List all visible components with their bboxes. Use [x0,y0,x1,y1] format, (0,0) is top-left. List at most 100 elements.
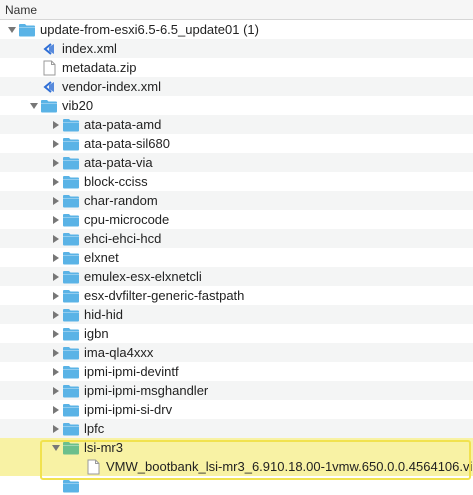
disclosure-collapsed-icon[interactable] [50,347,62,359]
folder-icon [62,440,80,456]
disclosure-collapsed-icon[interactable] [50,233,62,245]
tree-row[interactable]: lsi-mr3 [0,438,473,457]
tree-row[interactable]: metadata.zip [0,58,473,77]
tree-row[interactable]: cpu-microcode [0,210,473,229]
tree-row-label: ehci-ehci-hcd [84,231,162,246]
disclosure-collapsed-icon[interactable] [50,290,62,302]
tree-row[interactable] [0,476,473,495]
tree-row[interactable]: lpfc [0,419,473,438]
tree-row-label: metadata.zip [62,60,137,75]
tree-row[interactable]: vendor-index.xml [0,77,473,96]
tree-row-label: ipmi-ipmi-si-drv [84,402,173,417]
folder-icon [62,402,80,418]
tree-row-label: ima-qla4xxx [84,345,154,360]
tree-row-label: ipmi-ipmi-msghandler [84,383,209,398]
tree-row-label: elxnet [84,250,119,265]
folder-icon [62,421,80,437]
tree-row[interactable]: igbn [0,324,473,343]
tree-row[interactable]: ipmi-ipmi-msghandler [0,381,473,400]
tree-row-label: ata-pata-via [84,155,153,170]
folder-icon [62,326,80,342]
tree-row[interactable]: VMW_bootbank_lsi-mr3_6.910.18.00-1vmw.65… [0,457,473,476]
disclosure-expanded-icon[interactable] [50,442,62,454]
folder-icon [62,155,80,171]
disclosure-expanded-icon[interactable] [28,100,40,112]
folder-icon [62,478,80,494]
column-header-label: Name [5,2,38,17]
xml-file-icon [40,41,58,57]
xml-file-icon [40,79,58,95]
folder-icon [62,269,80,285]
tree-row[interactable]: emulex-esx-elxnetcli [0,267,473,286]
disclosure-collapsed-icon[interactable] [50,252,62,264]
document-icon [84,459,102,475]
tree-row-label: VMW_bootbank_lsi-mr3_6.910.18.00-1vmw.65… [106,459,473,474]
folder-icon [62,345,80,361]
tree-row[interactable]: vib20 [0,96,473,115]
tree-row-label: vib20 [62,98,94,113]
folder-icon [62,307,80,323]
disclosure-collapsed-icon[interactable] [50,309,62,321]
tree-row[interactable]: ipmi-ipmi-si-drv [0,400,473,419]
folder-icon [18,22,36,38]
disclosure-collapsed-icon[interactable] [50,366,62,378]
tree-row-label: cpu-microcode [84,212,170,227]
tree-row-label: block-cciss [84,174,148,189]
tree-row-label: hid-hid [84,307,124,322]
folder-icon [62,364,80,380]
disclosure-collapsed-icon[interactable] [50,404,62,416]
disclosure-collapsed-icon[interactable] [50,328,62,340]
column-header-name[interactable]: Name [0,0,473,20]
folder-icon [62,288,80,304]
tree-row[interactable]: ehci-ehci-hcd [0,229,473,248]
tree-row-label: update-from-esxi6.5-6.5_update01 (1) [40,22,259,37]
tree-row[interactable]: ima-qla4xxx [0,343,473,362]
tree-row-label: lsi-mr3 [84,440,123,455]
folder-icon [62,193,80,209]
disclosure-collapsed-icon[interactable] [50,271,62,283]
tree-row[interactable]: ata-pata-sil680 [0,134,473,153]
disclosure-collapsed-icon[interactable] [50,138,62,150]
disclosure-collapsed-icon[interactable] [50,195,62,207]
disclosure-collapsed-icon[interactable] [50,214,62,226]
disclosure-collapsed-icon[interactable] [50,385,62,397]
tree-row-label: igbn [84,326,109,341]
tree-row[interactable]: ipmi-ipmi-devintf [0,362,473,381]
disclosure-collapsed-icon[interactable] [50,176,62,188]
disclosure-collapsed-icon[interactable] [50,423,62,435]
tree-row[interactable]: elxnet [0,248,473,267]
tree-row-label: ata-pata-sil680 [84,136,170,151]
folder-icon [62,231,80,247]
disclosure-expanded-icon[interactable] [6,24,18,36]
tree-row[interactable]: esx-dvfilter-generic-fastpath [0,286,473,305]
tree-row-label: ata-pata-amd [84,117,162,132]
folder-icon [40,98,58,114]
disclosure-collapsed-icon[interactable] [50,157,62,169]
tree-row[interactable]: ata-pata-amd [0,115,473,134]
tree-row[interactable]: index.xml [0,39,473,58]
tree-row-label: esx-dvfilter-generic-fastpath [84,288,245,303]
folder-icon [62,174,80,190]
tree-row[interactable]: ata-pata-via [0,153,473,172]
tree-row[interactable]: block-cciss [0,172,473,191]
tree-row-label: ipmi-ipmi-devintf [84,364,179,379]
folder-icon [62,250,80,266]
folder-icon [62,136,80,152]
tree-row-label: emulex-esx-elxnetcli [84,269,202,284]
tree-row[interactable]: char-random [0,191,473,210]
folder-icon [62,117,80,133]
tree-row-label: lpfc [84,421,105,436]
tree-row[interactable]: update-from-esxi6.5-6.5_update01 (1) [0,20,473,39]
document-icon [40,60,58,76]
tree-row-label: index.xml [62,41,117,56]
folder-icon [62,212,80,228]
tree-row-label: vendor-index.xml [62,79,161,94]
disclosure-collapsed-icon[interactable] [50,119,62,131]
tree-row-label: char-random [84,193,158,208]
tree-row[interactable]: hid-hid [0,305,473,324]
